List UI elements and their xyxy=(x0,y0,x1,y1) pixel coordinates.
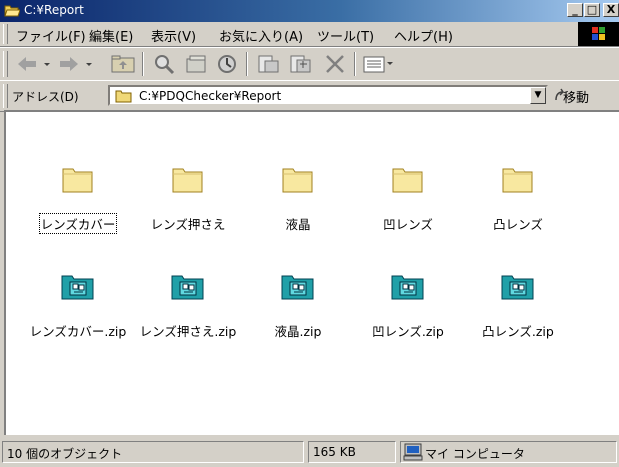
file-name-label: 凹レンズ.zip xyxy=(372,324,444,339)
file-name-label: レンズ押さえ xyxy=(150,217,226,232)
toolbar xyxy=(0,47,619,81)
menu-help[interactable]: ヘルプ(H) xyxy=(394,26,453,45)
zip-file-item[interactable]: 液晶.zip xyxy=(248,272,348,340)
folder-open-icon xyxy=(4,3,21,20)
file-name-label: 凸レンズ xyxy=(493,217,543,232)
file-name-label: 凹レンズ xyxy=(383,217,433,232)
file-name-label: 凸レンズ.zip xyxy=(482,324,554,339)
copy-to-icon[interactable] xyxy=(288,53,314,75)
folder-item[interactable]: レンズカバー xyxy=(28,165,128,234)
zip-file-item[interactable]: 凸レンズ.zip xyxy=(468,272,568,340)
up-folder-icon[interactable] xyxy=(110,53,136,75)
address-grip[interactable] xyxy=(3,84,8,108)
search-icon[interactable] xyxy=(152,53,178,75)
folder-item[interactable]: 凸レンズ xyxy=(468,165,568,233)
zip-folder-icon xyxy=(358,272,458,300)
zip-file-item[interactable]: レンズ押さえ.zip xyxy=(138,272,238,340)
toolbar-grip[interactable] xyxy=(3,51,8,77)
status-object-count: 10 個のオブジェクト xyxy=(7,447,123,461)
go-button[interactable]: 移動 xyxy=(563,87,589,106)
menu-edit[interactable]: 編集(E) xyxy=(89,26,133,45)
folder-icon xyxy=(358,165,458,193)
menu-view[interactable]: 表示(V) xyxy=(151,26,196,45)
zip-folder-icon xyxy=(138,272,238,300)
address-label: アドレス(D) xyxy=(12,90,79,104)
status-objects-panel: 10 個のオブジェクト xyxy=(2,441,304,463)
move-to-icon[interactable] xyxy=(256,53,282,75)
folder-icon xyxy=(28,165,128,193)
file-name-label: 液晶 xyxy=(285,217,311,232)
delete-icon[interactable] xyxy=(322,53,348,75)
address-input[interactable]: C:¥PDQChecker¥Report ▼ xyxy=(108,85,548,106)
file-list-area[interactable] xyxy=(4,110,619,152)
title-bar: C:¥Report _ □ X xyxy=(0,0,619,22)
folder-item[interactable]: レンズ押さえ xyxy=(138,165,238,233)
address-bar: アドレス(D) C:¥PDQChecker¥Report ▼ 移動 xyxy=(0,80,619,112)
back-icon[interactable] xyxy=(14,53,52,75)
menu-favorites[interactable]: お気に入り(A) xyxy=(219,26,303,45)
file-name-label: レンズカバー.zip xyxy=(29,324,127,339)
close-button[interactable]: X xyxy=(603,3,619,17)
folder-icon xyxy=(138,165,238,193)
file-name-label: レンズカバー xyxy=(38,213,118,234)
status-size-panel: 165 KB xyxy=(308,441,396,463)
zip-file-item[interactable]: 凹レンズ.zip xyxy=(358,272,458,340)
menu-grip[interactable] xyxy=(3,24,8,44)
windows-logo-icon xyxy=(578,22,619,46)
maximize-button[interactable]: □ xyxy=(584,3,600,17)
folder-icon xyxy=(115,88,133,106)
folder-icon xyxy=(248,165,348,193)
status-size: 165 KB xyxy=(313,445,356,459)
file-name-label: レンズ押さえ.zip xyxy=(139,324,237,339)
toolbar-separator xyxy=(354,52,356,76)
history-icon[interactable] xyxy=(214,53,240,75)
zip-folder-icon xyxy=(248,272,348,300)
folder-icon xyxy=(468,165,568,193)
status-zone-panel: マイ コンピュータ xyxy=(400,441,617,463)
menu-tools[interactable]: ツール(T) xyxy=(317,26,374,45)
forward-icon[interactable] xyxy=(56,53,94,75)
zip-folder-icon xyxy=(468,272,568,300)
address-path: C:¥PDQChecker¥Report xyxy=(139,89,282,103)
minimize-button[interactable]: _ xyxy=(567,3,583,17)
my-computer-icon xyxy=(403,443,423,464)
toolbar-separator xyxy=(142,52,144,76)
status-bar: 10 個のオブジェクト 165 KB マイ コンピュータ xyxy=(0,438,619,467)
menu-bar: ファイル(F) 編集(E) 表示(V) お気に入り(A) ツール(T) ヘルプ(… xyxy=(0,22,619,47)
folders-icon[interactable] xyxy=(184,53,210,75)
status-zone: マイ コンピュータ xyxy=(425,447,525,461)
folder-item[interactable]: 液晶 xyxy=(248,165,348,233)
folder-item[interactable]: 凹レンズ xyxy=(358,165,458,233)
zip-folder-icon xyxy=(28,272,128,300)
toolbar-separator xyxy=(246,52,248,76)
address-dropdown-button[interactable]: ▼ xyxy=(530,87,546,104)
window-title: C:¥Report xyxy=(24,3,84,17)
file-name-label: 液晶.zip xyxy=(274,324,322,339)
views-icon[interactable] xyxy=(362,53,394,75)
zip-file-item[interactable]: レンズカバー.zip xyxy=(28,272,128,340)
menu-file[interactable]: ファイル(F) xyxy=(16,26,86,45)
